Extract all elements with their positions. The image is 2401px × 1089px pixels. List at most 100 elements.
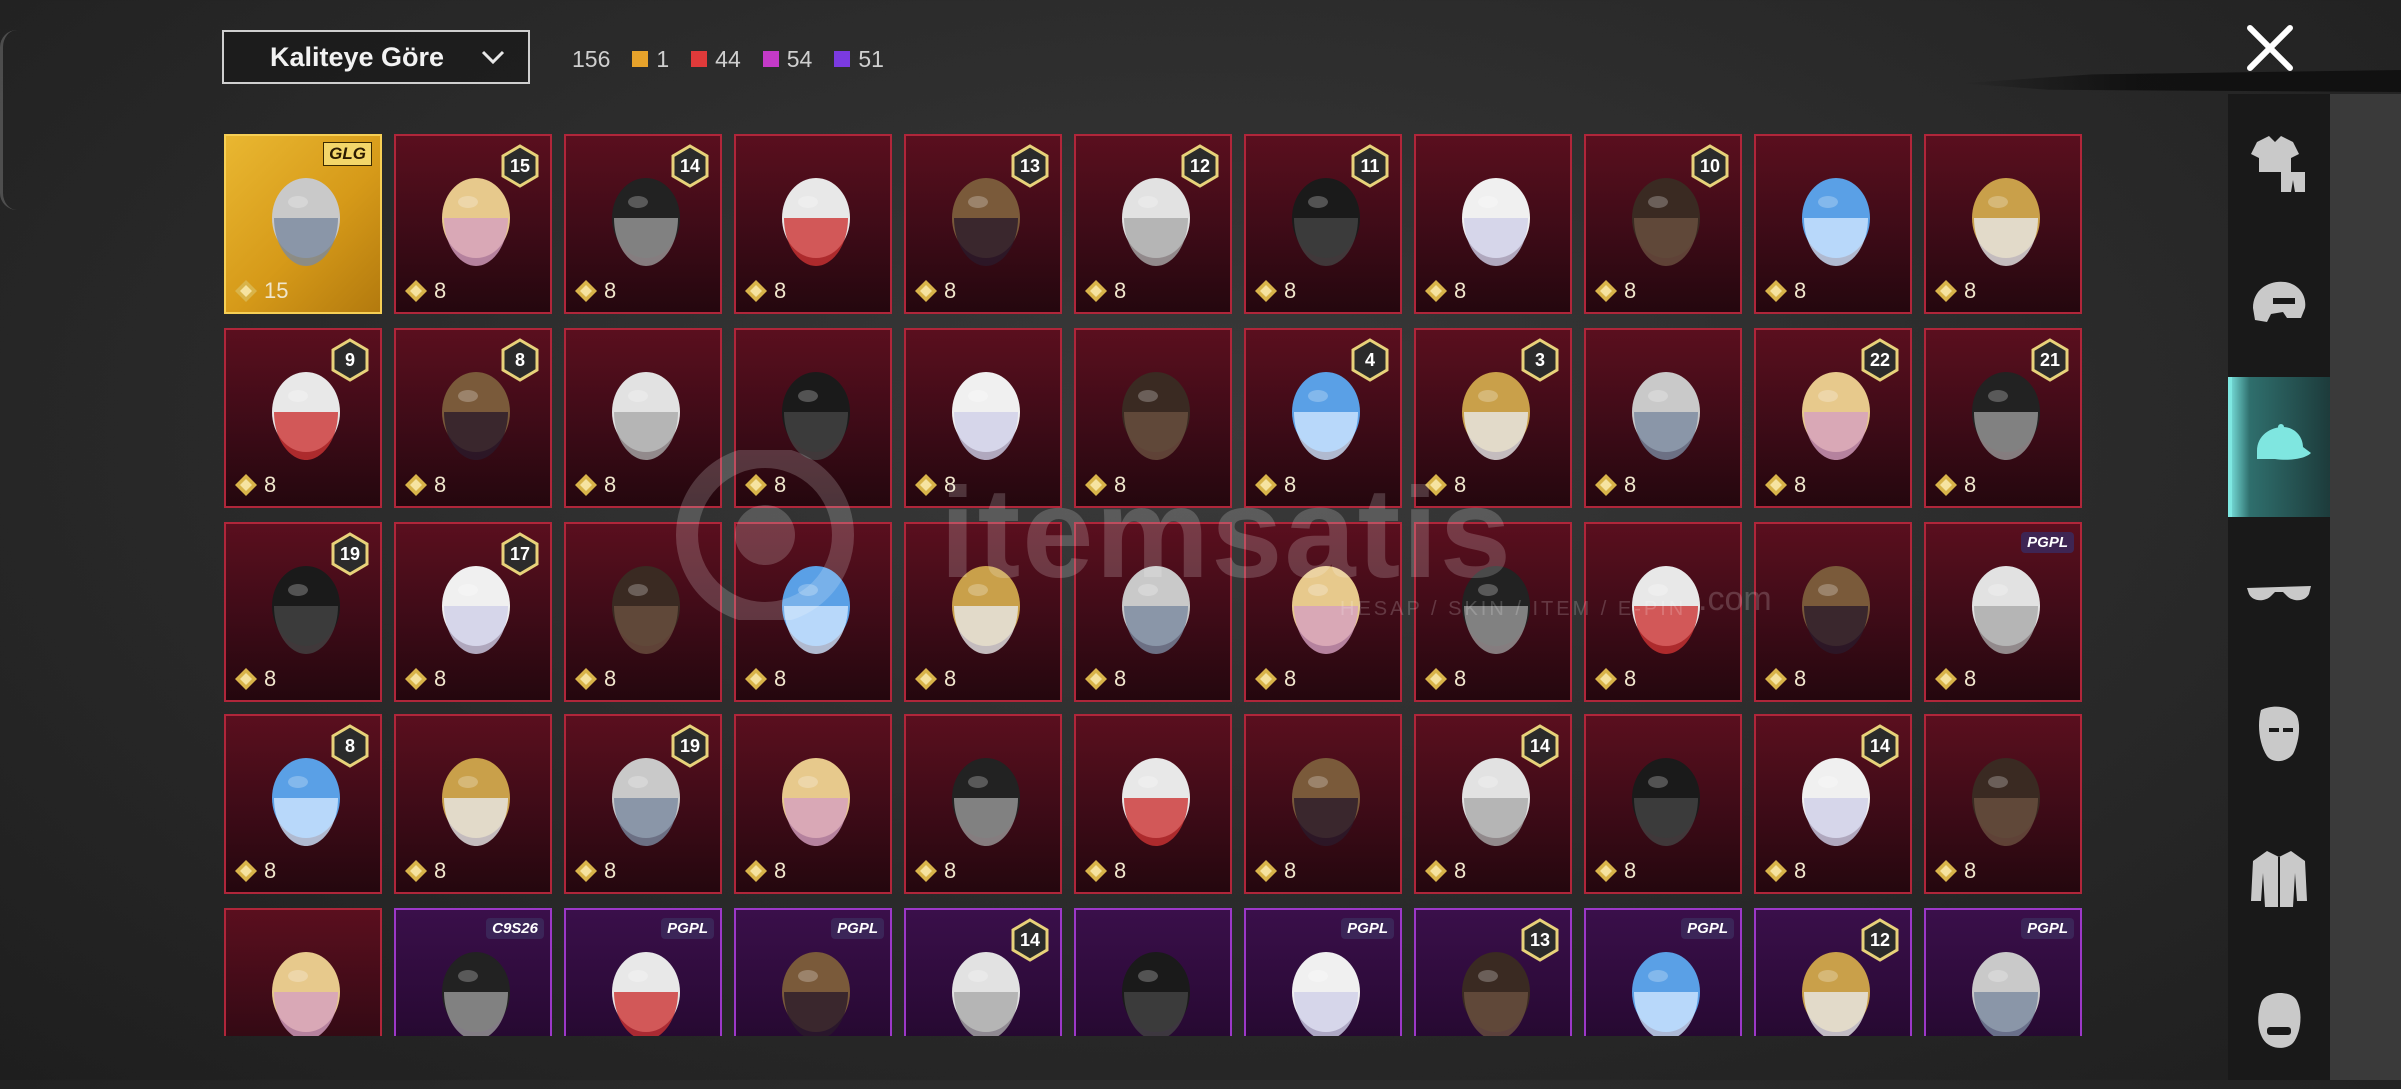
item-cost-value: 8: [1284, 666, 1297, 691]
diamond-currency-icon: [405, 280, 427, 302]
total-count: 156: [572, 45, 611, 72]
category-hats[interactable]: [2228, 377, 2330, 517]
item-tile[interactable]: 88: [394, 328, 552, 508]
category-masks[interactable]: [2228, 664, 2330, 804]
item-tile[interactable]: 8: [1414, 134, 1572, 314]
item-tile[interactable]: 8 11: [1244, 134, 1402, 314]
item-cost: 8: [1424, 472, 1466, 498]
item-tile[interactable]: 8: [1924, 714, 2082, 894]
level-badge-value: 9: [344, 349, 355, 370]
item-cost: 8: [1764, 278, 1806, 304]
item-tile[interactable]: 15 GLG: [224, 134, 382, 314]
diamond-currency-icon: [745, 668, 767, 690]
item-cost: 8: [1424, 858, 1466, 884]
item-tile[interactable]: PGPL: [1584, 908, 1742, 1036]
item-tile[interactable]: 8 17: [394, 522, 552, 702]
item-row: 8 8 8 8 19 8 8 8 8 8 14 8 8 14 8: [224, 714, 2082, 894]
item-tile[interactable]: 8: [1074, 714, 1232, 894]
item-tile[interactable]: 8: [564, 522, 722, 702]
item-tile[interactable]: 8 12: [1074, 134, 1232, 314]
item-tile[interactable]: 8: [904, 714, 1062, 894]
item-tile[interactable]: 8 21: [1924, 328, 2082, 508]
category-glasses[interactable]: [2228, 524, 2330, 664]
item-tile[interactable]: 8 13: [904, 134, 1062, 314]
item-cost: 8: [574, 278, 616, 304]
item-cost-value: 8: [1624, 666, 1637, 691]
sort-dropdown[interactable]: Kaliteye Göre: [222, 30, 530, 84]
glasses-icon: [2247, 586, 2311, 601]
headgear-item-icon: [782, 372, 850, 460]
item-tile[interactable]: 8: [1584, 328, 1742, 508]
item-tile[interactable]: 13: [1414, 908, 1572, 1036]
item-tile[interactable]: PGPL: [1924, 908, 2082, 1036]
item-tile[interactable]: 8: [734, 522, 892, 702]
item-tile[interactable]: 8: [1924, 134, 2082, 314]
item-tile[interactable]: PGPL: [1244, 908, 1402, 1036]
category-sidebar: [2228, 94, 2330, 1080]
item-tile[interactable]: 8 14: [1754, 714, 1912, 894]
item-tile[interactable]: 8: [1244, 522, 1402, 702]
level-badge-value: 14: [1869, 735, 1891, 756]
headgear-item-icon: [952, 758, 1020, 846]
item-tile[interactable]: 84: [1244, 328, 1402, 508]
level-badge-value: 4: [1364, 349, 1375, 370]
season-tag: C9S26: [486, 918, 544, 939]
item-tile[interactable]: 88: [224, 714, 382, 894]
item-tile[interactable]: 14: [904, 908, 1062, 1036]
headgear-item-icon: [612, 372, 680, 460]
diamond-currency-icon: [1085, 280, 1107, 302]
item-tile[interactable]: 8: [1584, 522, 1742, 702]
item-tile[interactable]: 8: [1754, 522, 1912, 702]
item-tile[interactable]: 8: [1074, 328, 1232, 508]
item-cost: 8: [1764, 666, 1806, 692]
item-tile[interactable]: C9S26: [394, 908, 552, 1036]
item-tile[interactable]: 8 14: [564, 134, 722, 314]
quality-count-value: 44: [715, 45, 741, 72]
item-tile[interactable]: 8 PGPL: [1924, 522, 2082, 702]
headgear-item-icon: [1802, 566, 1870, 654]
category-outfits[interactable]: [2228, 94, 2330, 234]
item-tile[interactable]: 8: [1414, 522, 1572, 702]
item-row: 8 19 8 17 8 8 8 8 8 8 8 8 8 PGPL: [224, 522, 2082, 702]
item-tile[interactable]: 8: [904, 522, 1062, 702]
close-icon[interactable]: [2242, 20, 2298, 76]
item-tile[interactable]: 8: [904, 328, 1062, 508]
item-tile[interactable]: 8 15: [394, 134, 552, 314]
item-tile[interactable]: 8: [1244, 714, 1402, 894]
item-tile[interactable]: 8: [734, 714, 892, 894]
item-tile[interactable]: 8: [394, 714, 552, 894]
headgear-item-icon: [1802, 178, 1870, 266]
category-helmets[interactable]: [2228, 234, 2330, 374]
item-tile[interactable]: 8: [1754, 134, 1912, 314]
category-tops[interactable]: [2228, 809, 2330, 949]
item-cost-value: 8: [1624, 278, 1637, 303]
item-tile[interactable]: 8: [734, 328, 892, 508]
item-tile[interactable]: [224, 908, 382, 1036]
category-faces[interactable]: [2228, 949, 2330, 1089]
item-tile[interactable]: 83: [1414, 328, 1572, 508]
item-cost: 8: [914, 472, 956, 498]
item-tile[interactable]: 8: [734, 134, 892, 314]
item-tile[interactable]: 12: [1754, 908, 1912, 1036]
item-tile[interactable]: 89: [224, 328, 382, 508]
purple-square-icon: [834, 51, 851, 67]
level-badge-value: 14: [679, 155, 701, 176]
item-tile[interactable]: 8 22: [1754, 328, 1912, 508]
diamond-currency-icon: [915, 474, 937, 496]
item-tile[interactable]: 8: [1074, 522, 1232, 702]
item-tile[interactable]: 8: [564, 328, 722, 508]
headgear-item-icon: [1122, 952, 1190, 1036]
item-tile[interactable]: 8 14: [1414, 714, 1572, 894]
diamond-currency-icon: [745, 280, 767, 302]
chevron-down-icon: [481, 50, 505, 65]
item-tile[interactable]: PGPL: [734, 908, 892, 1036]
level-badge-value: 14: [1529, 735, 1551, 756]
item-tile[interactable]: 8 19: [564, 714, 722, 894]
item-cost-value: 8: [434, 666, 447, 691]
item-tile[interactable]: 8 10: [1584, 134, 1742, 314]
item-tile[interactable]: [1074, 908, 1232, 1036]
item-cost-value: 8: [604, 858, 617, 883]
item-tile[interactable]: PGPL: [564, 908, 722, 1036]
item-tile[interactable]: 8 19: [224, 522, 382, 702]
item-tile[interactable]: 8: [1584, 714, 1742, 894]
